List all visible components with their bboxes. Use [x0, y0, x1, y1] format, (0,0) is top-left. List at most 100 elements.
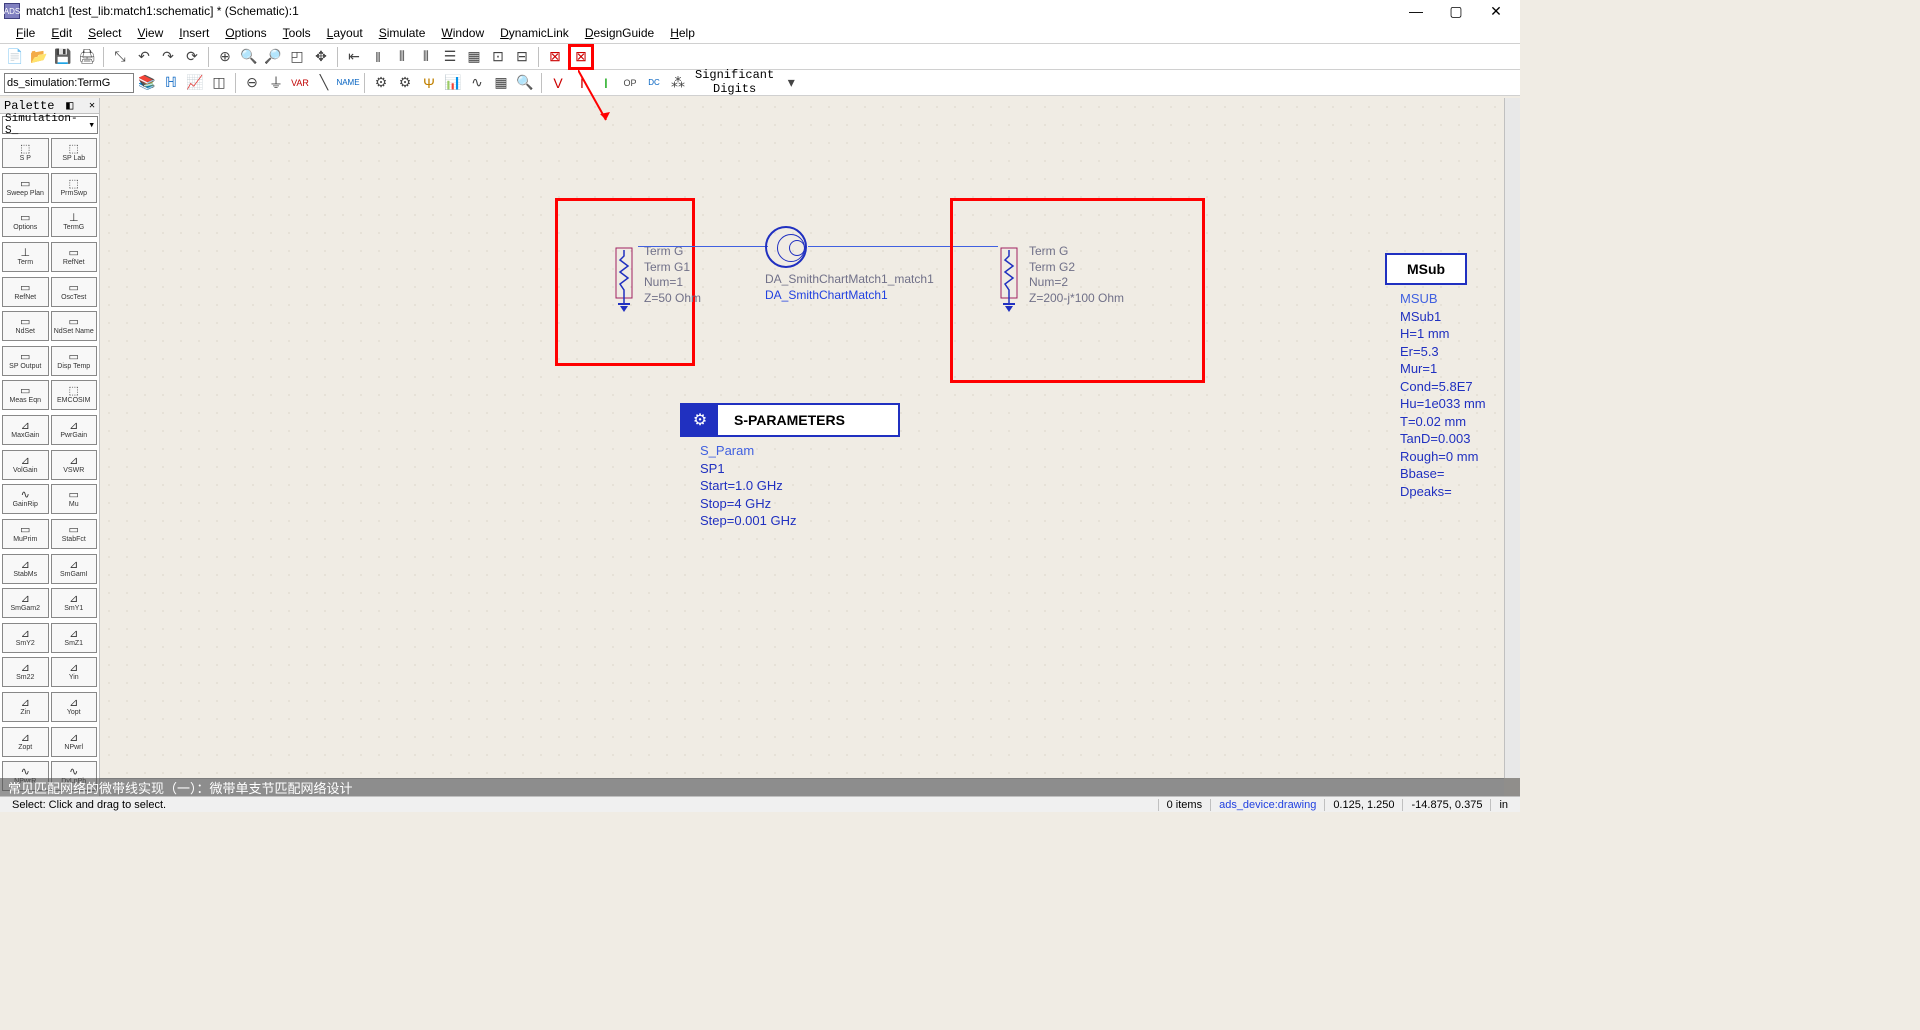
palette-item-smy1[interactable]: ⊿SmY1: [51, 588, 98, 618]
undo-icon[interactable]: ↶: [133, 46, 155, 68]
menu-edit[interactable]: Edit: [43, 24, 80, 42]
rotate-icon[interactable]: ⟳: [181, 46, 203, 68]
wire-icon[interactable]: ╲: [313, 72, 335, 94]
ungroup-icon[interactable]: ▦: [463, 46, 485, 68]
zoom-fit-icon[interactable]: ⊕: [214, 46, 236, 68]
component-msub[interactable]: MSub: [1385, 253, 1467, 285]
menu-layout[interactable]: Layout: [319, 24, 371, 42]
palette-item-yopt[interactable]: ⊿Yopt: [51, 692, 98, 722]
open-icon[interactable]: 📂: [28, 46, 50, 68]
probe-v-icon[interactable]: V: [547, 72, 569, 94]
dropdown-icon[interactable]: ▾: [780, 72, 802, 94]
palette-item-s-p[interactable]: ⬚S P: [2, 138, 49, 168]
palette-item-zin[interactable]: ⊿Zin: [2, 692, 49, 722]
minimize-button[interactable]: —: [1396, 0, 1436, 22]
palette-item-options[interactable]: ▭Options: [2, 207, 49, 237]
palette-item-npwrl[interactable]: ⊿NPwrl: [51, 727, 98, 757]
status-layer[interactable]: ads_device:drawing: [1210, 799, 1324, 811]
op-icon[interactable]: OP: [619, 72, 641, 94]
maximize-button[interactable]: ▢: [1436, 0, 1476, 22]
menu-designguide[interactable]: DesignGuide: [577, 24, 662, 42]
menu-window[interactable]: Window: [433, 24, 492, 42]
plot-icon[interactable]: 📊: [442, 72, 464, 94]
palette-item-yin[interactable]: ⊿Yin: [51, 657, 98, 687]
palette-item-stabms[interactable]: ⊿StabMs: [2, 554, 49, 584]
palette-item-stabfct[interactable]: ▭StabFct: [51, 519, 98, 549]
component-smith-match[interactable]: DA_SmithChartMatch1_match1 DA_SmithChart…: [765, 226, 807, 268]
component-sparam[interactable]: ⚙ S-PARAMETERS: [680, 403, 900, 437]
menu-tools[interactable]: Tools: [275, 24, 319, 42]
menu-dynamiclink[interactable]: DynamicLink: [492, 24, 577, 42]
probe-i-icon[interactable]: I: [571, 72, 593, 94]
component-combo[interactable]: [4, 73, 134, 93]
push-icon[interactable]: ⊡: [487, 46, 509, 68]
palette-undock-icon[interactable]: ◧: [66, 98, 73, 113]
palette-item-gainrip[interactable]: ∿GainRip: [2, 484, 49, 514]
palette-item-emcosim[interactable]: ⬚EMCOSIM: [51, 380, 98, 410]
short-deactivate-icon[interactable]: ⊠: [568, 44, 594, 70]
palette-item-refnet[interactable]: ▭RefNet: [2, 277, 49, 307]
align-icon[interactable]: ⦀: [391, 46, 413, 68]
print-icon[interactable]: 🖨: [76, 46, 98, 68]
palette-item-muprim[interactable]: ▭MuPrim: [2, 519, 49, 549]
palette-item-ndset[interactable]: ▭NdSet: [2, 311, 49, 341]
simulate-icon[interactable]: ⚙: [370, 72, 392, 94]
probe-i2-icon[interactable]: I: [595, 72, 617, 94]
menu-view[interactable]: View: [129, 24, 171, 42]
palette-item-smy2[interactable]: ⊿SmY2: [2, 623, 49, 653]
mirror-h-icon[interactable]: ⇤: [343, 46, 365, 68]
history-icon[interactable]: ℍ: [160, 72, 182, 94]
palette-item-smgam2[interactable]: ⊿SmGam2: [2, 588, 49, 618]
palette-item-smgami[interactable]: ⊿SmGamI: [51, 554, 98, 584]
layout-icon[interactable]: ▦: [490, 72, 512, 94]
redo-icon[interactable]: ↷: [157, 46, 179, 68]
tune-icon[interactable]: ◫: [208, 72, 230, 94]
palette-item-zopt[interactable]: ⊿Zopt: [2, 727, 49, 757]
zoom-area-icon[interactable]: ◰: [286, 46, 308, 68]
palette-item-sm22[interactable]: ⊿Sm22: [2, 657, 49, 687]
deactivate-icon[interactable]: ⊠: [544, 46, 566, 68]
palette-item-osctest[interactable]: ▭OscTest: [51, 277, 98, 307]
save-icon[interactable]: 💾: [52, 46, 74, 68]
gear2-icon[interactable]: ⚙: [394, 72, 416, 94]
tuning-icon[interactable]: Ψ: [418, 72, 440, 94]
dc-icon[interactable]: DC: [643, 72, 665, 94]
palette-item-meas-eqn[interactable]: ▭Meas Eqn: [2, 380, 49, 410]
menu-select[interactable]: Select: [80, 24, 129, 42]
zoom-in-icon[interactable]: 🔍: [238, 46, 260, 68]
new-icon[interactable]: 📄: [4, 46, 26, 68]
search2-icon[interactable]: 🔍: [514, 72, 536, 94]
palette-item-sp-lab[interactable]: ⬚SP Lab: [51, 138, 98, 168]
menu-options[interactable]: Options: [217, 24, 274, 42]
palette-item-term[interactable]: ⊥Term: [2, 242, 49, 272]
menu-help[interactable]: Help: [662, 24, 703, 42]
palette-item-prmswp[interactable]: ⬚PrmSwp: [51, 173, 98, 203]
menu-file[interactable]: File: [8, 24, 43, 42]
zoom-out-icon[interactable]: 🔎: [262, 46, 284, 68]
library-icon[interactable]: 📚: [136, 72, 158, 94]
palette-item-smz1[interactable]: ⊿SmZ1: [51, 623, 98, 653]
wire-left[interactable]: [638, 246, 768, 247]
menu-insert[interactable]: Insert: [171, 24, 217, 42]
menu-simulate[interactable]: Simulate: [371, 24, 434, 42]
pointer-icon[interactable]: ⤡: [109, 46, 131, 68]
component-term2[interactable]: Term G Term G2 Num=2 Z=200-j*100 Ohm: [995, 244, 1023, 317]
group-icon[interactable]: ☰: [439, 46, 461, 68]
palette-close-icon[interactable]: ✕: [89, 100, 95, 112]
sparam-params[interactable]: S_Param SP1 Start=1.0 GHz Stop=4 GHz Ste…: [700, 442, 796, 530]
pan-icon[interactable]: ✥: [310, 46, 332, 68]
var-icon[interactable]: VAR: [289, 72, 311, 94]
port-icon[interactable]: ⊖: [241, 72, 263, 94]
chart-icon[interactable]: 📈: [184, 72, 206, 94]
palette-item-volgain[interactable]: ⊿VolGain: [2, 450, 49, 480]
palette-item-pwrgain[interactable]: ⊿PwrGain: [51, 415, 98, 445]
palette-item-mu[interactable]: ▭Mu: [51, 484, 98, 514]
vertical-scrollbar[interactable]: [1504, 98, 1520, 778]
palette-item-ndset-name[interactable]: ▭NdSet Name: [51, 311, 98, 341]
schematic-canvas[interactable]: Term G Term G1 Num=1 Z=50 Ohm DA_SmithCh…: [100, 98, 1520, 778]
pop-icon[interactable]: ⊟: [511, 46, 533, 68]
palette-item-termg[interactable]: ⊥TermG: [51, 207, 98, 237]
palette-category-combo[interactable]: Simulation-S_▾: [2, 116, 98, 134]
ground-icon[interactable]: ⏚: [265, 72, 287, 94]
source-icon[interactable]: ⁂: [667, 72, 689, 94]
